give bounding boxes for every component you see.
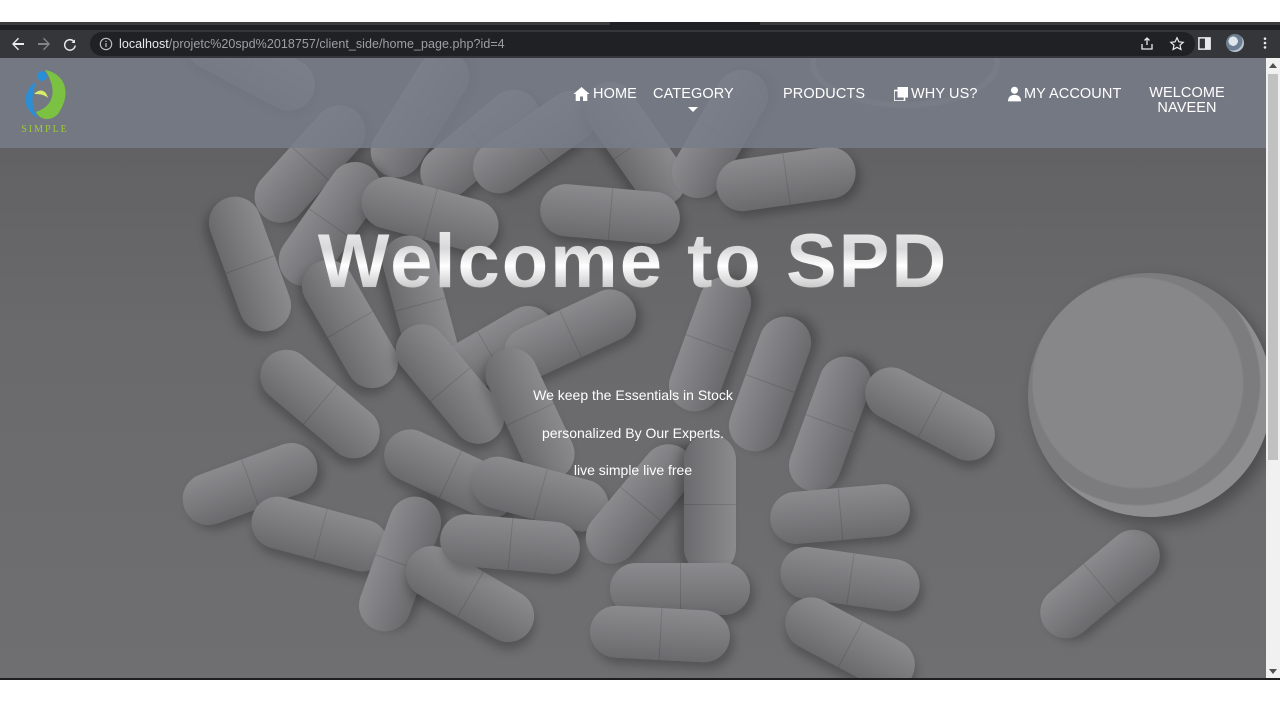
nav-my-account[interactable]: MY ACCOUNT (1008, 86, 1121, 102)
window-top-strip (0, 22, 1280, 30)
copy-icon (894, 87, 908, 101)
pill-image (588, 604, 732, 664)
nav-why-us[interactable]: WHY US? (894, 86, 978, 102)
scrollbar-thumb[interactable] (1268, 74, 1278, 460)
nav-products[interactable]: PRODUCTS (783, 86, 865, 102)
nav-welcome-user[interactable]: WELCOME NAVEEN (1146, 86, 1228, 116)
main-nav: HOME CATEGORY PRODUCTS WHY US? MY ACCOUN… (0, 86, 1266, 126)
site-header: SIMPLE HOME CATEGORY PRODUCTS WHY US? MY… (0, 58, 1266, 148)
arrow-left-icon (12, 37, 24, 51)
reload-icon (63, 38, 76, 51)
browser-toolbar: localhost/projetc%20spd%2018757/client_s… (0, 30, 1280, 58)
info-icon[interactable] (99, 37, 113, 51)
hero-title: Welcome to SPD (0, 218, 1266, 305)
back-button[interactable] (5, 31, 31, 57)
page-viewport: SIMPLE HOME CATEGORY PRODUCTS WHY US? MY… (0, 58, 1266, 678)
hero-tagline-2: personalized By Our Experts. (541, 425, 725, 441)
welcome-username: NAVEEN (1157, 100, 1217, 116)
nav-category-label: CATEGORY (653, 86, 734, 102)
arrow-right-icon (38, 37, 50, 51)
scroll-up-arrow-icon[interactable] (1269, 63, 1277, 68)
nav-products-label: PRODUCTS (783, 86, 866, 102)
home-icon (573, 87, 590, 101)
welcome-label: WELCOME (1149, 85, 1225, 101)
reload-button[interactable] (57, 31, 83, 57)
forward-button[interactable] (31, 31, 57, 57)
user-icon (1008, 86, 1021, 102)
nav-home-label: HOME (593, 86, 637, 102)
url-host: localhost (119, 37, 169, 51)
page-scrollbar[interactable] (1266, 58, 1280, 678)
nav-category-dropdown[interactable]: CATEGORY (653, 86, 734, 112)
window-bottom-border (0, 678, 1280, 680)
avatar[interactable] (1226, 34, 1244, 52)
tab-strip-segment (0, 22, 610, 25)
nav-why-us-label: WHY US? (911, 86, 978, 102)
address-bar[interactable]: localhost/projetc%20spd%2018757/client_s… (90, 32, 1195, 56)
tab-strip-segment (760, 22, 1280, 25)
hero-tagline-1: We keep the Essentials in Stock (533, 387, 733, 403)
star-icon[interactable] (1169, 36, 1185, 52)
nav-home[interactable]: HOME (573, 86, 637, 102)
omnibox-actions (1139, 36, 1185, 52)
kebab-menu-icon[interactable] (1258, 35, 1272, 51)
share-icon[interactable] (1139, 36, 1155, 52)
nav-my-account-label: MY ACCOUNT (1024, 86, 1122, 102)
pill-image (684, 434, 736, 574)
url-path: /projetc%20spd%2018757/client_side/home_… (168, 37, 505, 51)
url-text[interactable]: localhost/projetc%20spd%2018757/client_s… (119, 37, 505, 51)
side-panel-icon[interactable] (1197, 36, 1212, 51)
caret-down-icon (688, 107, 699, 112)
scroll-down-arrow-icon[interactable] (1269, 669, 1277, 674)
hero-tagline-3: live simple live free (573, 462, 693, 478)
toolbar-actions (1197, 34, 1272, 52)
